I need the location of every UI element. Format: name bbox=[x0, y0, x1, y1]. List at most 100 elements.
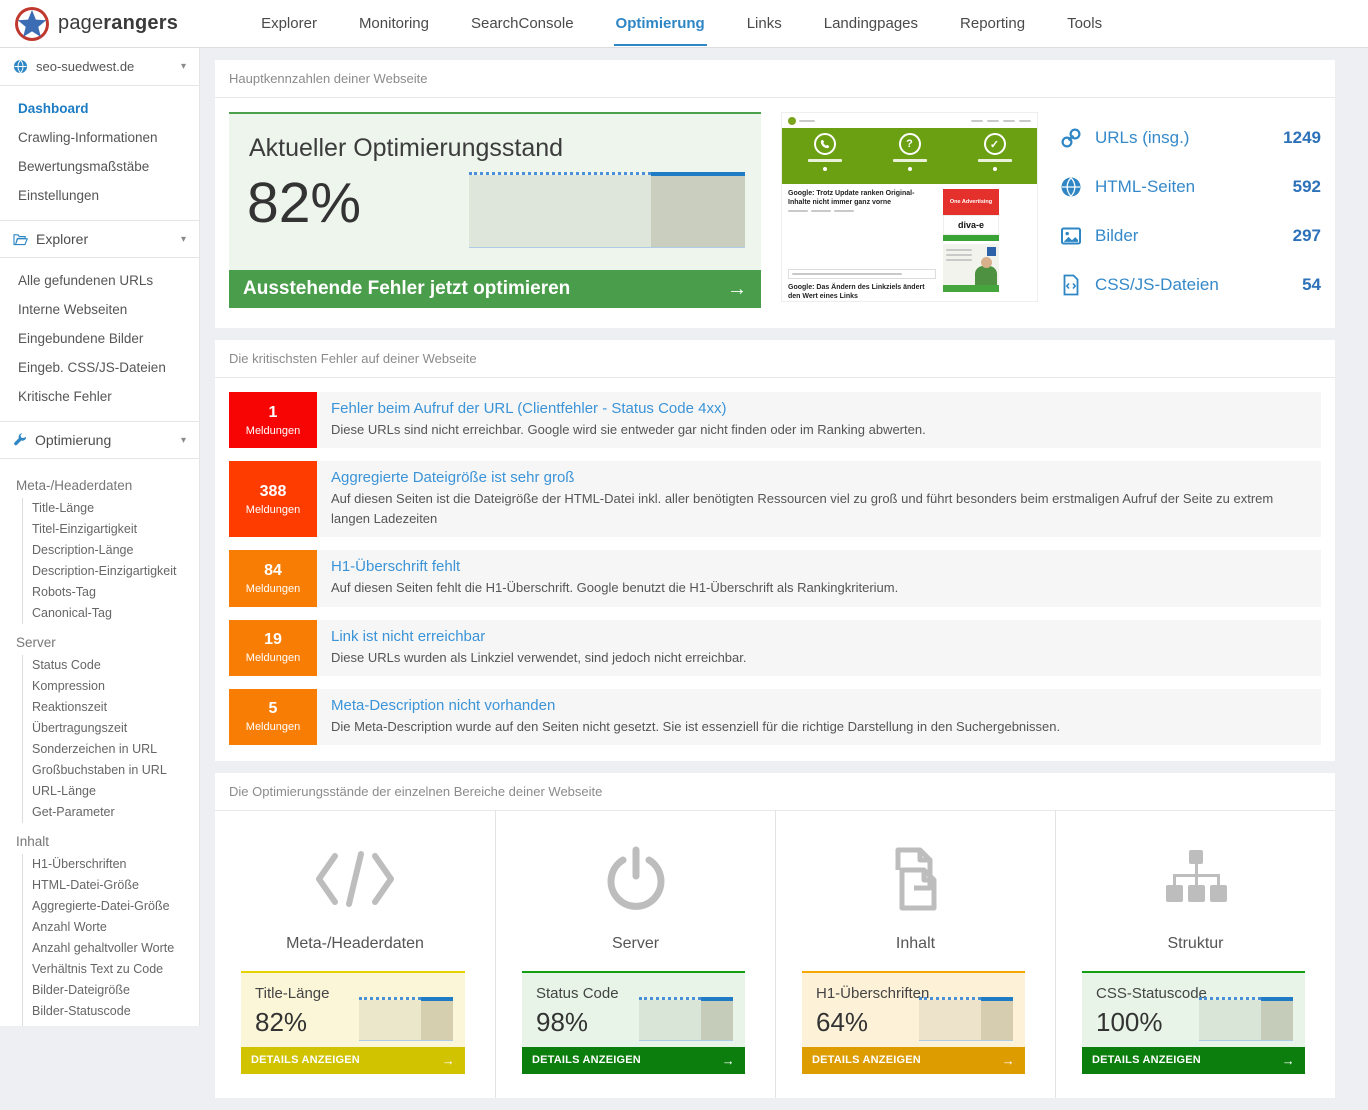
sidebar-section-explorer[interactable]: Explorer ▾ bbox=[0, 220, 199, 258]
error-count-badge: 84 Meldungen bbox=[229, 550, 317, 606]
folder-open-icon bbox=[13, 233, 28, 246]
image-icon bbox=[1060, 225, 1082, 247]
chevron-down-icon: ▾ bbox=[181, 61, 186, 72]
thumbnail-headline-1: Google: Trotz Update ranken Original-Inh… bbox=[788, 189, 936, 207]
top-navigation: Explorer Monitoring SearchConsole Optimi… bbox=[240, 0, 1123, 48]
site-stats: URLs (insg.) 1249 HTML-Seiten 592 bbox=[1060, 112, 1321, 314]
nav-explorer[interactable]: Explorer bbox=[240, 0, 338, 48]
sidebar-item-dashboard[interactable]: Dashboard bbox=[0, 94, 199, 123]
details-anzeigen-button[interactable]: DETAILS ANZEIGEN → bbox=[802, 1047, 1025, 1074]
metric-progress-bar bbox=[639, 997, 733, 1041]
error-description: Diese URLs wurden als Linkziel verwendet… bbox=[331, 648, 747, 668]
sidebar-item-description-laenge[interactable]: Description-Länge bbox=[23, 540, 199, 561]
metric-progress-bar bbox=[1199, 997, 1293, 1041]
error-link[interactable]: Link ist nicht erreichbar bbox=[331, 628, 747, 645]
area-inhalt: Inhalt H1-Überschriften 64% DETAILS ANZE… bbox=[775, 811, 1055, 1098]
sidebar-item-grossbuchstaben-in-url[interactable]: Großbuchstaben in URL bbox=[23, 760, 199, 781]
optimize-errors-button[interactable]: Ausstehende Fehler jetzt optimieren → bbox=[229, 270, 761, 308]
sidebar-item-url-laenge[interactable]: URL-Länge bbox=[23, 781, 199, 802]
nav-reporting[interactable]: Reporting bbox=[939, 0, 1046, 48]
sidebar-item-title-laenge[interactable]: Title-Länge bbox=[23, 498, 199, 519]
sidebar-item-description-einzigartigkeit[interactable]: Description-Einzigartigkeit bbox=[23, 561, 199, 582]
error-link[interactable]: Aggregierte Dateigröße ist sehr groß bbox=[331, 469, 1307, 486]
error-count-badge: 5 Meldungen bbox=[229, 689, 317, 745]
thumbnail-green-banner: ? ✓ bbox=[782, 128, 1037, 184]
area-name: Struktur bbox=[1056, 935, 1335, 953]
code-icon bbox=[215, 833, 495, 925]
arrow-right-icon: → bbox=[722, 1053, 735, 1068]
area-metric-card: H1-Überschriften 64% DETAILS ANZEIGEN → bbox=[802, 971, 1025, 1074]
sidebar: seo-suedwest.de ▾ Dashboard Crawling-Inf… bbox=[0, 48, 200, 1026]
arrow-right-icon: → bbox=[442, 1053, 455, 1068]
sidebar-item-bilder-alternativtext[interactable]: Bilder Alternativtext bbox=[23, 1022, 199, 1026]
sidebar-item-bewertungsmassstaebe[interactable]: Bewertungsmaßstäbe bbox=[0, 152, 199, 181]
error-link[interactable]: Fehler beim Aufruf der URL (Clientfehler… bbox=[331, 400, 926, 417]
sidebar-item-get-parameter[interactable]: Get-Parameter bbox=[23, 802, 199, 823]
sidebar-main-group: Dashboard Crawling-Informationen Bewertu… bbox=[0, 86, 199, 220]
sidebar-item-h1-ueberschriften[interactable]: H1-Überschriften bbox=[23, 854, 199, 875]
details-anzeigen-button[interactable]: DETAILS ANZEIGEN → bbox=[241, 1047, 465, 1074]
phone-icon bbox=[814, 133, 836, 155]
sidebar-item-kritische-fehler[interactable]: Kritische Fehler bbox=[0, 382, 199, 411]
sidebar-item-titel-einzigartigkeit[interactable]: Titel-Einzigartigkeit bbox=[23, 519, 199, 540]
stat-urls[interactable]: URLs (insg.) 1249 bbox=[1060, 118, 1321, 158]
sidebar-item-anzahl-gehaltvoller-worte[interactable]: Anzahl gehaltvoller Worte bbox=[23, 938, 199, 959]
sidebar-item-kompression[interactable]: Kompression bbox=[23, 676, 199, 697]
sidebar-item-uebertragungszeit[interactable]: Übertragungszeit bbox=[23, 718, 199, 739]
question-icon: ? bbox=[899, 133, 921, 155]
kpi-panel-title: Hauptkennzahlen deiner Webseite bbox=[215, 60, 1335, 98]
stat-css-js-dateien[interactable]: CSS/JS-Dateien 54 bbox=[1060, 265, 1321, 305]
sidebar-item-bilder-dateigroesse[interactable]: Bilder-Dateigröße bbox=[23, 980, 199, 1001]
sidebar-item-robots-tag[interactable]: Robots-Tag bbox=[23, 582, 199, 603]
sidebar-group-inhalt: Inhalt bbox=[0, 830, 199, 854]
power-icon bbox=[496, 833, 775, 925]
brand-logo[interactable]: pagerangers bbox=[14, 6, 178, 42]
arrow-right-icon: → bbox=[727, 278, 747, 301]
thumbnail-header bbox=[782, 113, 1037, 128]
area-name: Server bbox=[496, 935, 775, 953]
sidebar-optimierung-items: Meta-/Headerdaten Title-Länge Titel-Einz… bbox=[0, 459, 199, 1026]
error-link[interactable]: Meta-Description nicht vorhanden bbox=[331, 697, 1060, 714]
sidebar-item-aggregierte-datei-groesse[interactable]: Aggregierte-Datei-Größe bbox=[23, 896, 199, 917]
sidebar-item-eingeb-css-js-dateien[interactable]: Eingeb. CSS/JS-Dateien bbox=[0, 353, 199, 382]
error-row: 388 Meldungen Aggregierte Dateigröße ist… bbox=[229, 461, 1321, 537]
nav-landingpages[interactable]: Landingpages bbox=[803, 0, 939, 48]
nav-monitoring[interactable]: Monitoring bbox=[338, 0, 450, 48]
area-metric-card: Title-Länge 82% DETAILS ANZEIGEN → bbox=[241, 971, 465, 1074]
arrow-right-icon: → bbox=[1282, 1053, 1295, 1068]
sidebar-item-canonical-tag[interactable]: Canonical-Tag bbox=[23, 603, 199, 624]
sidebar-item-html-datei-groesse[interactable]: HTML-Datei-Größe bbox=[23, 875, 199, 896]
sidebar-item-eingebundene-bilder[interactable]: Eingebundene Bilder bbox=[0, 324, 199, 353]
error-count-badge: 388 Meldungen bbox=[229, 461, 317, 537]
sidebar-item-crawling-informationen[interactable]: Crawling-Informationen bbox=[0, 123, 199, 152]
sitemap-icon bbox=[1056, 833, 1335, 925]
nav-links[interactable]: Links bbox=[726, 0, 803, 48]
sidebar-item-reaktionszeit[interactable]: Reaktionszeit bbox=[23, 697, 199, 718]
nav-optimierung[interactable]: Optimierung bbox=[595, 0, 726, 48]
details-anzeigen-button[interactable]: DETAILS ANZEIGEN → bbox=[1082, 1047, 1305, 1074]
nav-searchconsole[interactable]: SearchConsole bbox=[450, 0, 595, 48]
stat-bilder[interactable]: Bilder 297 bbox=[1060, 216, 1321, 256]
critical-errors-panel: Die kritischsten Fehler auf deiner Webse… bbox=[215, 340, 1335, 761]
globe-icon bbox=[13, 59, 28, 74]
site-selector[interactable]: seo-suedwest.de ▾ bbox=[0, 48, 199, 86]
sidebar-item-einstellungen[interactable]: Einstellungen bbox=[0, 181, 199, 210]
area-struktur: Struktur CSS-Statuscode 100% DETAILS ANZ… bbox=[1055, 811, 1335, 1098]
sidebar-section-optimierung[interactable]: Optimierung ▾ bbox=[0, 421, 199, 459]
error-row: 19 Meldungen Link ist nicht erreichbar D… bbox=[229, 620, 1321, 676]
sidebar-item-sonderzeichen-in-url[interactable]: Sonderzeichen in URL bbox=[23, 739, 199, 760]
sidebar-item-verhaeltnis-text-zu-code[interactable]: Verhältnis Text zu Code bbox=[23, 959, 199, 980]
sidebar-item-status-code[interactable]: Status Code bbox=[23, 655, 199, 676]
sidebar-item-alle-gefundenen-urls[interactable]: Alle gefundenen URLs bbox=[0, 266, 199, 295]
error-link[interactable]: H1-Überschrift fehlt bbox=[331, 558, 898, 575]
sidebar-item-anzahl-worte[interactable]: Anzahl Worte bbox=[23, 917, 199, 938]
details-anzeigen-button[interactable]: DETAILS ANZEIGEN → bbox=[522, 1047, 745, 1074]
sidebar-item-interne-webseiten[interactable]: Interne Webseiten bbox=[0, 295, 199, 324]
nav-tools[interactable]: Tools bbox=[1046, 0, 1123, 48]
sidebar-item-bilder-statuscode[interactable]: Bilder-Statuscode bbox=[23, 1001, 199, 1022]
link-icon bbox=[1060, 127, 1082, 149]
metric-progress-bar bbox=[919, 997, 1013, 1041]
wrench-icon bbox=[13, 433, 27, 447]
stat-html-seiten[interactable]: HTML-Seiten 592 bbox=[1060, 167, 1321, 207]
code-file-icon bbox=[1060, 274, 1082, 296]
